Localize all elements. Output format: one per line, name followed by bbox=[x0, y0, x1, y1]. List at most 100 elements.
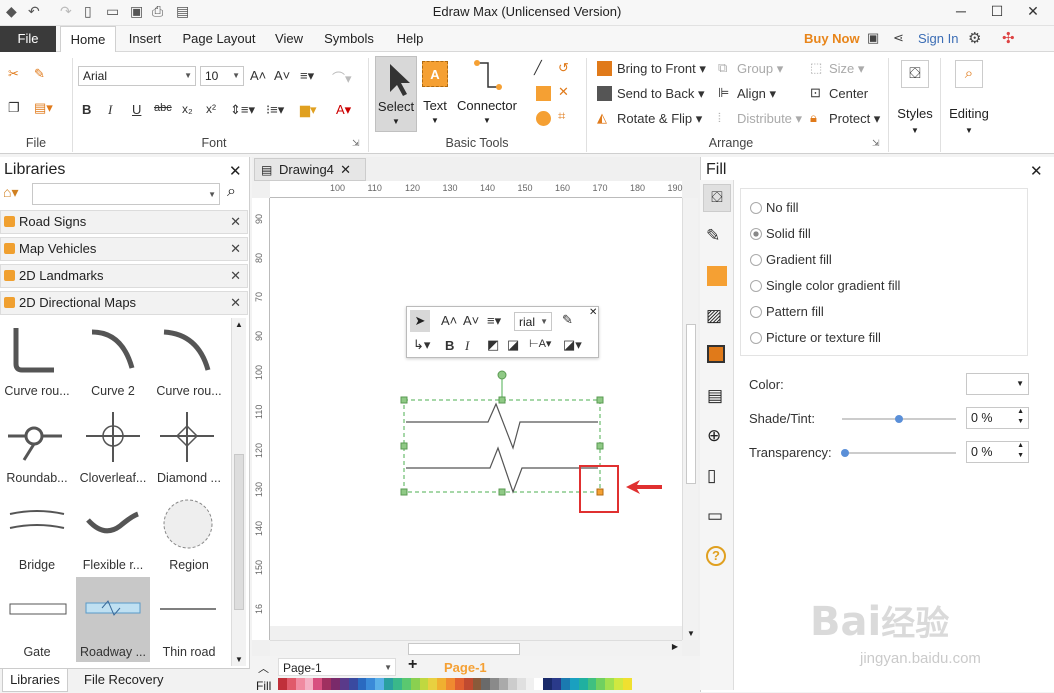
line-tab-icon[interactable]: ✎ bbox=[706, 226, 720, 246]
mini-italic-icon[interactable]: I bbox=[465, 338, 469, 354]
library-search-input[interactable]: ▼ bbox=[32, 183, 220, 205]
palette-swatch[interactable] bbox=[481, 678, 491, 690]
shadow-tab-icon[interactable] bbox=[707, 266, 727, 286]
palette-swatch[interactable] bbox=[446, 678, 455, 690]
search-icon[interactable]: ⌕ bbox=[227, 183, 236, 201]
palette-swatch[interactable] bbox=[587, 678, 597, 690]
font-family-select[interactable]: Arial ▼ bbox=[78, 66, 196, 86]
shape-region[interactable] bbox=[154, 494, 224, 554]
save-icon[interactable]: ▣ bbox=[130, 3, 143, 20]
copy-icon[interactable]: ❐ bbox=[8, 100, 20, 116]
close-library-icon[interactable]: ✕ bbox=[230, 292, 241, 314]
buy-now-link[interactable]: Buy Now bbox=[804, 31, 860, 46]
palette-swatch[interactable] bbox=[552, 678, 561, 690]
library-2d-directional-maps[interactable]: 2D Directional Maps ✕ bbox=[0, 291, 248, 315]
fill-option-radio[interactable] bbox=[750, 280, 762, 292]
fill-option-label[interactable]: Picture or texture fill bbox=[766, 330, 881, 345]
tab-home[interactable]: Home bbox=[60, 26, 116, 52]
shade-tint-knob[interactable] bbox=[895, 415, 903, 423]
arrange-dialog-launcher-icon[interactable]: ⇲ bbox=[872, 138, 880, 149]
palette-swatch[interactable] bbox=[401, 678, 411, 690]
mini-send-back-icon[interactable]: ◪ bbox=[507, 337, 519, 353]
fill-option-radio[interactable] bbox=[750, 306, 762, 318]
close-window-button[interactable]: ✕ bbox=[1016, 0, 1050, 24]
palette-swatch[interactable] bbox=[534, 678, 544, 690]
highlight-icon[interactable]: ▆▾ bbox=[300, 102, 317, 118]
transparency-slider[interactable] bbox=[841, 449, 956, 457]
bullets-icon[interactable]: ⁝≡▾ bbox=[266, 102, 284, 118]
center-button[interactable]: Center bbox=[829, 86, 868, 101]
cart-icon[interactable]: ▣ bbox=[867, 30, 879, 46]
bring-to-front-button[interactable]: Bring to Front ▾ bbox=[617, 61, 706, 77]
mini-align-icon[interactable]: ≡▾ bbox=[487, 313, 501, 329]
palette-swatch[interactable] bbox=[499, 678, 508, 690]
palette-swatch[interactable] bbox=[331, 678, 340, 690]
help-icon[interactable]: ? bbox=[706, 546, 726, 566]
palette-swatch[interactable] bbox=[578, 678, 588, 690]
palette-swatch[interactable] bbox=[569, 678, 579, 690]
line-tool-icon[interactable]: ╱ bbox=[534, 60, 542, 76]
shape-curve-round[interactable] bbox=[4, 324, 74, 380]
group-button[interactable]: Group ▾ bbox=[737, 61, 783, 77]
palette-swatch[interactable] bbox=[516, 678, 526, 690]
palette-swatch[interactable] bbox=[313, 678, 323, 690]
palette-swatch[interactable] bbox=[454, 678, 464, 690]
fill-option-label[interactable]: Single color gradient fill bbox=[766, 278, 900, 293]
format-painter-icon[interactable]: ✎ bbox=[34, 66, 45, 82]
mini-close-icon[interactable]: ✕ bbox=[589, 307, 597, 318]
mini-style-icon[interactable]: ◪▾ bbox=[563, 337, 582, 353]
shape-roundabout[interactable] bbox=[4, 410, 74, 466]
fill-option-label[interactable]: No fill bbox=[766, 200, 799, 215]
v-scroll-down-icon[interactable]: ▼ bbox=[687, 629, 695, 638]
canvas-vertical-scrollbar[interactable]: ▼ bbox=[682, 198, 698, 640]
close-tab-icon[interactable]: ✕ bbox=[340, 159, 351, 181]
font-color-icon[interactable]: A▾ bbox=[336, 102, 351, 118]
tab-symbols[interactable]: Symbols bbox=[316, 26, 382, 52]
ellipse-tool-icon[interactable] bbox=[536, 111, 551, 126]
palette-swatch[interactable] bbox=[384, 678, 393, 690]
text-tool-button[interactable]: A Text ▼ bbox=[420, 56, 450, 132]
theme-icon[interactable]: ✣ bbox=[1002, 29, 1015, 47]
underline-icon[interactable]: U bbox=[132, 102, 141, 117]
mini-format-painter-icon[interactable]: ✎ bbox=[562, 312, 573, 328]
palette-swatch[interactable] bbox=[561, 678, 570, 690]
tab-file-recovery[interactable]: File Recovery bbox=[84, 672, 163, 687]
sign-in-link[interactable]: Sign In bbox=[918, 31, 958, 46]
shape-cloverleaf[interactable] bbox=[80, 410, 150, 466]
font-dialog-launcher-icon[interactable]: ⇲ bbox=[352, 138, 360, 149]
open-file-icon[interactable]: ▭ bbox=[106, 3, 119, 20]
palette-swatch[interactable] bbox=[357, 678, 367, 690]
hyperlink-tab-icon[interactable]: ⊕ bbox=[707, 426, 721, 446]
share-icon[interactable]: ⋖ bbox=[893, 30, 904, 46]
palette-swatch[interactable] bbox=[614, 678, 623, 690]
library-map-vehicles[interactable]: Map Vehicles ✕ bbox=[0, 237, 248, 261]
layer-tab-icon[interactable] bbox=[707, 345, 725, 363]
strikethrough-icon[interactable]: abc bbox=[154, 102, 172, 114]
tab-insert[interactable]: Insert bbox=[120, 26, 170, 52]
size-button[interactable]: Size ▾ bbox=[829, 61, 864, 77]
superscript-icon[interactable]: x² bbox=[206, 102, 216, 116]
shape-curve-round-2[interactable] bbox=[154, 324, 224, 380]
mini-pointer-icon[interactable]: ➤ bbox=[410, 310, 430, 332]
tab-page-layout[interactable]: Page Layout bbox=[176, 26, 262, 52]
shrink-font-icon[interactable]: A˅ bbox=[274, 68, 290, 83]
print-icon[interactable]: ⎙ bbox=[152, 3, 163, 20]
shape-thin-road[interactable] bbox=[154, 590, 224, 630]
palette-swatch[interactable] bbox=[366, 678, 376, 690]
fill-option-radio[interactable] bbox=[750, 332, 762, 344]
rotate-flip-button[interactable]: Rotate & Flip ▾ bbox=[617, 111, 702, 127]
font-size-select[interactable]: 10 ▼ bbox=[200, 66, 244, 86]
minimize-button[interactable]: ─ bbox=[944, 0, 978, 24]
fill-option-radio[interactable] bbox=[750, 254, 762, 266]
home-icon[interactable]: ⌂▾ bbox=[3, 184, 18, 201]
redo-icon[interactable]: ↷ bbox=[60, 3, 72, 20]
data-tab-icon[interactable]: ▤ bbox=[707, 386, 723, 406]
palette-swatch[interactable] bbox=[490, 678, 500, 690]
palette-swatch[interactable] bbox=[463, 678, 473, 690]
mini-grow-font-icon[interactable]: A˄ bbox=[441, 313, 457, 328]
export-icon[interactable]: ▤ bbox=[176, 3, 189, 20]
cross-tool-icon[interactable]: ✕ bbox=[558, 84, 569, 100]
palette-swatch[interactable] bbox=[339, 678, 349, 690]
shape-diamond[interactable] bbox=[154, 410, 224, 466]
scroll-down-icon[interactable]: ▼ bbox=[235, 655, 243, 664]
